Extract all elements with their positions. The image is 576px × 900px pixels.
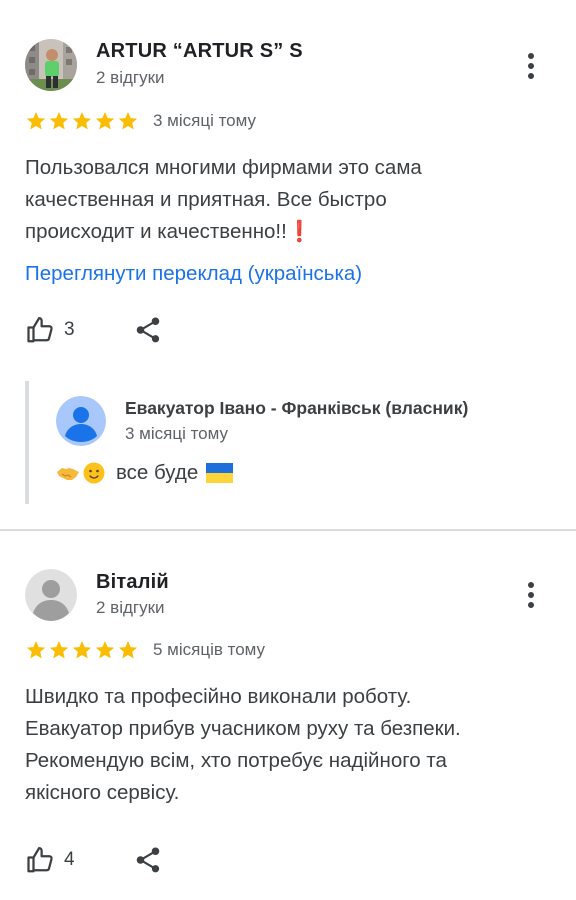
star-icon (72, 641, 92, 659)
star-icon (26, 112, 46, 130)
review-actions: 3 (26, 313, 163, 347)
like-button[interactable]: 4 (26, 845, 75, 875)
review-time: 3 місяці тому (153, 111, 257, 130)
star-rating (25, 110, 139, 132)
owner-reply-text-content: все буде (116, 461, 199, 484)
author-avatar[interactable] (25, 569, 77, 621)
share-button[interactable] (133, 845, 163, 875)
owner-reply-time: 3 місяці тому (125, 424, 229, 443)
star-icon (95, 112, 115, 130)
review-time: 5 місяців тому (153, 640, 266, 659)
review-card: Віталій 2 відгуки 5 місяців тому Швидко … (0, 531, 576, 900)
handshake-emoji-icon (57, 468, 79, 480)
share-button[interactable] (133, 315, 163, 345)
share-icon (136, 847, 159, 873)
star-icon (118, 112, 138, 130)
author-review-count: 2 відгуки (96, 68, 165, 87)
star-icon (49, 641, 69, 659)
review-text-line: якісного сервісу. (25, 781, 180, 804)
star-icon (26, 641, 46, 659)
review-text: Швидко та професійно виконали роботу. Ев… (25, 681, 555, 809)
exclamation-emoji: ❗ (286, 220, 313, 243)
more-vert-icon[interactable] (516, 577, 546, 613)
owner-name: Евакуатор Івано - Франківськ (власник) (125, 398, 469, 418)
review-text-line: качественная и приятная. Все быстро (25, 188, 387, 211)
owner-reply: Евакуатор Івано - Франківськ (власник) 3… (25, 381, 545, 504)
author-avatar[interactable] (25, 39, 77, 91)
star-icon (95, 641, 115, 659)
slightly-smiling-face-icon (83, 462, 105, 484)
star-icon (49, 112, 69, 130)
star-rating (25, 639, 139, 661)
share-icon (136, 317, 159, 343)
review-text-line: Евакуатор прибув учасником руху та безпе… (25, 717, 461, 740)
star-icon (72, 112, 92, 130)
ukraine-flag-icon (206, 463, 234, 483)
review-text-line: Швидко та професійно виконали роботу. (25, 685, 412, 708)
review-text: Пользовался многими фирмами это сама кач… (25, 152, 555, 248)
thumb-up-icon (27, 847, 53, 873)
review-text-line: происходит и качественно!!❗ (25, 216, 555, 248)
owner-reply-text: все буде (56, 461, 234, 485)
review-card: ARTUR “ARTUR S” S 2 відгуки 3 місяці том… (0, 0, 576, 529)
translate-link[interactable]: Переглянути переклад (українська) (25, 262, 362, 286)
review-text-segment: происходит и качественно!! (25, 220, 287, 243)
author-name[interactable]: Віталій (96, 571, 169, 594)
review-text-line: Рекомендую всім, хто потребує надійного … (25, 749, 447, 772)
author-name[interactable]: ARTUR “ARTUR S” S (96, 40, 303, 63)
like-button[interactable]: 3 (26, 315, 75, 345)
review-actions: 4 (26, 843, 163, 877)
more-vert-icon[interactable] (516, 48, 546, 84)
rating-row: 5 місяців тому (25, 638, 265, 662)
review-text-line: Пользовался многими фирмами это сама (25, 156, 422, 179)
like-count: 3 (64, 319, 75, 340)
owner-avatar[interactable] (56, 396, 106, 446)
like-count: 4 (64, 849, 75, 870)
star-icon (118, 641, 138, 659)
thumb-up-icon (27, 317, 53, 343)
rating-row: 3 місяці тому (25, 109, 256, 133)
author-review-count: 2 відгуки (96, 598, 165, 617)
